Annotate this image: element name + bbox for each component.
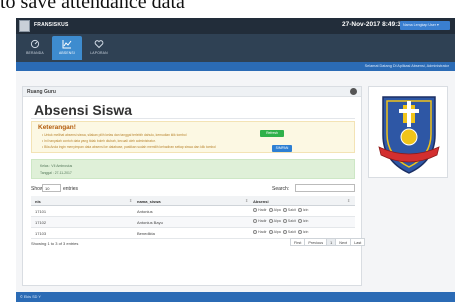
note-line: • Bila Anda ingin menyimpan data absensi… xyxy=(42,145,216,149)
page-previous[interactable]: Previous xyxy=(304,238,328,246)
brand-name: FRANSISKUS xyxy=(34,22,69,28)
attendance-radios: Hadir Alpa Sakit Izin xyxy=(253,219,308,223)
radio-izin[interactable]: Izin xyxy=(297,230,308,234)
table-row: 17102 Antonius Bayu Hadir Alpa Sakit Izi… xyxy=(31,217,355,228)
pagination: First Previous 1 Next Last xyxy=(290,238,366,246)
page-title: Absensi Siswa xyxy=(34,102,133,118)
radio-alpa[interactable]: Alpa xyxy=(268,208,281,212)
heart-icon xyxy=(84,39,114,51)
header-absensi[interactable]: Absensi xyxy=(253,199,269,204)
info-note: Keterangan! • Untuk melihat absensi sisw… xyxy=(31,121,355,153)
radio-sakit[interactable]: Sakit xyxy=(282,230,296,234)
page-next[interactable]: Next xyxy=(335,238,352,246)
refresh-button[interactable]: Refresh xyxy=(260,130,284,137)
search-input[interactable] xyxy=(295,184,355,192)
radio-alpa[interactable]: Alpa xyxy=(268,219,281,223)
school-emblem xyxy=(378,96,440,174)
radio-izin[interactable]: Izin xyxy=(297,208,308,212)
panel-heading: Ruang Guru xyxy=(23,87,361,97)
footer-text: © Ekis SD Y xyxy=(20,295,41,299)
cell-name: Antonius xyxy=(137,209,153,214)
entries-label: entries xyxy=(63,186,79,192)
sort-icon[interactable]: ⇕ xyxy=(347,198,350,203)
note-line: • Untuk melihat absensi siswa, silakan p… xyxy=(42,133,187,137)
page-first[interactable]: First xyxy=(290,238,306,246)
attendance-radios: Hadir Alpa Sakit Izin xyxy=(253,208,308,212)
class-line: Kelas : VII Ambrosius xyxy=(40,164,73,168)
footer-bar: © Ekis SD Y xyxy=(16,292,455,302)
radio-hadir[interactable]: Hadir xyxy=(253,219,267,223)
header-nis[interactable]: nis xyxy=(35,199,41,204)
tab-absensi[interactable]: ABSENSI xyxy=(52,36,82,60)
date-line: Tanggal : 27-11-2017 xyxy=(40,171,72,175)
tab-laporan[interactable]: LAPORAN xyxy=(84,36,114,60)
user-menu-button[interactable]: Nama Lengkap User ▾ xyxy=(400,21,450,30)
radio-izin[interactable]: Izin xyxy=(297,219,308,223)
divider xyxy=(31,118,355,119)
tab-label: ABSENSI xyxy=(58,51,76,55)
school-logo-panel xyxy=(368,86,448,178)
class-info: Kelas : VII Ambrosius Tanggal : 27-11-20… xyxy=(31,159,355,179)
welcome-text: Selamat Datang Di Aplikasi Absensi, Admi… xyxy=(364,64,449,68)
table-row: 17101 Antonius Hadir Alpa Sakit Izin xyxy=(31,206,355,217)
top-navbar: FRANSISKUS 27-Nov-2017 8:49:39 AM Nama L… xyxy=(16,18,455,34)
cell-nis: 17103 xyxy=(35,231,47,236)
radio-hadir[interactable]: Hadir xyxy=(253,230,267,234)
logo xyxy=(19,20,30,32)
header-nama[interactable]: nama_siswa xyxy=(137,199,161,204)
chart-icon xyxy=(52,39,82,51)
radio-hadir[interactable]: Hadir xyxy=(253,208,267,212)
caption: to save attendance data xyxy=(0,0,455,18)
search-label: Search: xyxy=(272,186,290,192)
cell-nis: 17102 xyxy=(35,220,47,225)
cell-nis: 17101 xyxy=(35,209,47,214)
tab-label: LAPORAN xyxy=(90,51,108,55)
note-line: • Ini hanyalah contoh data yang tidak bo… xyxy=(42,139,156,143)
radio-sakit[interactable]: Sakit xyxy=(282,219,296,223)
cell-name: Antonius Bayu xyxy=(137,220,163,225)
sort-icon[interactable]: ⇕ xyxy=(245,198,248,203)
sort-icon[interactable]: ⇕ xyxy=(129,198,132,203)
welcome-bar: Selamat Datang Di Aplikasi Absensi, Admi… xyxy=(16,62,455,71)
note-title: Keterangan! xyxy=(38,124,76,131)
entries-value: 10 xyxy=(45,186,50,191)
main-tabs: BERANDA ABSENSI LAPORAN xyxy=(16,34,455,62)
attendance-panel: Ruang Guru Absensi Siswa Keterangan! • U… xyxy=(22,86,366,286)
tab-beranda[interactable]: BERANDA xyxy=(20,36,50,60)
caption-text: to save attendance data xyxy=(0,0,185,13)
radio-alpa[interactable]: Alpa xyxy=(268,230,281,234)
table-header: nis ⇕ nama_siswa ⇕ Absensi ⇕ xyxy=(31,196,355,206)
gauge-icon xyxy=(20,39,50,51)
cell-name: Benedikta xyxy=(137,231,155,236)
attendance-table: nis ⇕ nama_siswa ⇕ Absensi ⇕ 17101 Anton… xyxy=(31,196,355,239)
tab-label: BERANDA xyxy=(26,51,44,55)
table-info: Showing 1 to 3 of 3 entries xyxy=(31,241,79,246)
radio-sakit[interactable]: Sakit xyxy=(282,208,296,212)
app-window: FRANSISKUS 27-Nov-2017 8:49:39 AM Nama L… xyxy=(16,18,455,302)
settings-icon[interactable] xyxy=(350,88,357,95)
panel-heading-text: Ruang Guru xyxy=(27,89,56,95)
attendance-radios: Hadir Alpa Sakit Izin xyxy=(253,230,308,234)
page-last[interactable]: Last xyxy=(350,238,366,246)
save-button[interactable]: SIMPAN xyxy=(272,145,292,152)
entries-select[interactable]: 10 xyxy=(42,184,61,192)
